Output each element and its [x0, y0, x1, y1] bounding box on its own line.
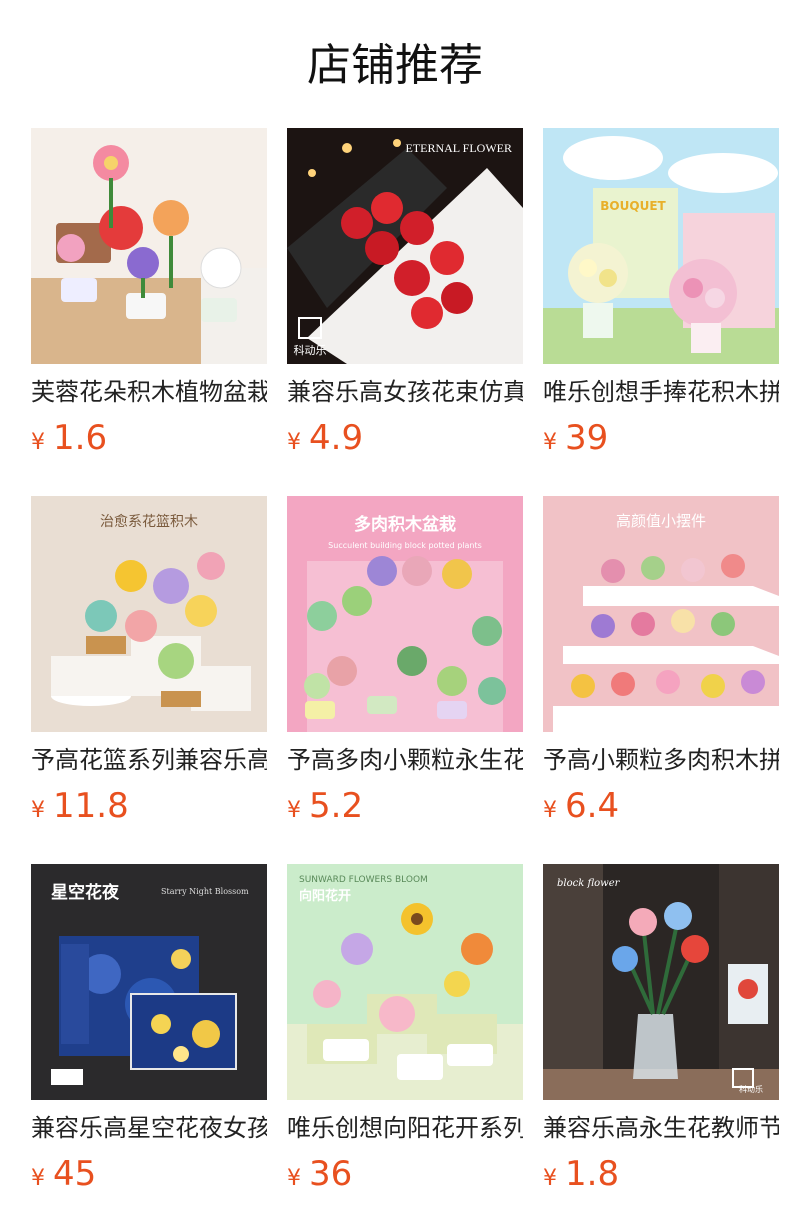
currency-symbol: ¥	[31, 1166, 45, 1191]
product-image[interactable]: 多肉积木盆栽 Succulent building block potted p…	[287, 496, 523, 732]
product-price: ¥ 11.8	[31, 784, 129, 828]
product-card[interactable]: block flower 科动乐 兼容乐高永生花教师节 ¥ 1.8	[543, 864, 779, 1232]
price-value: 11.8	[53, 786, 129, 826]
currency-symbol: ¥	[543, 430, 557, 455]
product-price: ¥ 4.9	[287, 416, 363, 460]
product-name[interactable]: 唯乐创想手捧花积木拼	[543, 374, 779, 410]
currency-symbol: ¥	[31, 798, 45, 823]
rose-vase-image: block flower 科动乐	[543, 864, 779, 1100]
image-caption-text: 星空花夜	[51, 882, 120, 903]
product-name[interactable]: 兼容乐高星空花夜女孩	[31, 1110, 267, 1146]
product-image[interactable]: ETERNAL FLOWER 科动乐	[287, 128, 523, 364]
product-image[interactable]: BOUQUET	[543, 128, 779, 364]
currency-symbol: ¥	[543, 1166, 557, 1191]
product-grid: 芙蓉花朵积木植物盆栽 ¥ 1.6 ETERNAL FLOWER 科动乐 兼容乐高…	[31, 128, 779, 1232]
image-caption-text: BOUQUET	[600, 199, 666, 213]
product-name[interactable]: 唯乐创想向阳花开系列	[287, 1110, 523, 1146]
product-card[interactable]: ETERNAL FLOWER 科动乐 兼容乐高女孩花束仿真 ¥ 4.9	[287, 128, 523, 496]
currency-symbol: ¥	[287, 1166, 301, 1191]
image-caption-text: SUNWARD FLOWERS BLOOM	[299, 875, 428, 885]
product-card[interactable]: SUNWARD FLOWERS BLOOM 向阳花开 唯乐创想向阳花开系列 ¥ …	[287, 864, 523, 1232]
starry-night-image: 星空花夜 Starry Night Blossom	[31, 864, 267, 1100]
price-value: 45	[53, 1154, 97, 1194]
product-card[interactable]: BOUQUET 唯乐创想手捧花积木拼 ¥ 39	[543, 128, 779, 496]
product-card[interactable]: 星空花夜 Starry Night Blossom 兼容乐高星空花夜女孩 ¥ 4…	[31, 864, 267, 1232]
product-name[interactable]: 兼容乐高永生花教师节	[543, 1110, 779, 1146]
rose-bouquet-image: ETERNAL FLOWER 科动乐	[287, 128, 523, 364]
price-value: 5.2	[309, 786, 364, 826]
image-brand-text: 科动乐	[294, 343, 327, 357]
currency-symbol: ¥	[31, 430, 45, 455]
product-image[interactable]	[31, 128, 267, 364]
product-image[interactable]: SUNWARD FLOWERS BLOOM 向阳花开	[287, 864, 523, 1100]
product-name[interactable]: 予高多肉小颗粒永生花	[287, 742, 523, 778]
product-card[interactable]: 芙蓉花朵积木植物盆栽 ¥ 1.6	[31, 128, 267, 496]
price-value: 1.8	[565, 1154, 620, 1194]
price-value: 6.4	[565, 786, 620, 826]
image-caption-text: 高颜值小摆件	[616, 512, 706, 530]
image-brand-text: 科动乐	[739, 1084, 763, 1094]
product-price: ¥ 36	[287, 1152, 352, 1196]
price-value: 39	[565, 418, 609, 458]
product-price: ¥ 5.2	[287, 784, 363, 828]
product-image[interactable]: 治愈系花篮积木	[31, 496, 267, 732]
image-caption-text: block flower	[557, 878, 621, 889]
price-value: 1.6	[53, 418, 108, 458]
succulent-image: 多肉积木盆栽 Succulent building block potted p…	[287, 496, 523, 732]
product-price: ¥ 45	[31, 1152, 96, 1196]
hand-bouquet-image: BOUQUET	[543, 128, 779, 364]
product-price: ¥ 1.6	[31, 416, 107, 460]
product-card[interactable]: 治愈系花篮积木 予高花篮系列兼容乐高 ¥ 11.8	[31, 496, 267, 864]
image-subcaption-text: Starry Night Blossom	[161, 887, 249, 896]
flower-pots-image	[31, 128, 267, 364]
product-name[interactable]: 予高小颗粒多肉积木拼	[543, 742, 779, 778]
product-name[interactable]: 芙蓉花朵积木植物盆栽	[31, 374, 267, 410]
price-value: 36	[309, 1154, 353, 1194]
product-card[interactable]: 多肉积木盆栽 Succulent building block potted p…	[287, 496, 523, 864]
product-card[interactable]: 高颜值小摆件 予高小颗粒多肉积木拼 ¥ 6.4	[543, 496, 779, 864]
image-caption-text: ETERNAL FLOWER	[405, 141, 512, 155]
shelf-plants-image: 高颜值小摆件	[543, 496, 779, 732]
price-value: 4.9	[309, 418, 364, 458]
image-subcaption-text: 向阳花开	[299, 888, 351, 904]
page-title: 店铺推荐	[307, 40, 483, 91]
product-image[interactable]: block flower 科动乐	[543, 864, 779, 1100]
product-image[interactable]: 高颜值小摆件	[543, 496, 779, 732]
product-price: ¥ 39	[543, 416, 608, 460]
currency-symbol: ¥	[287, 430, 301, 455]
product-name[interactable]: 予高花篮系列兼容乐高	[31, 742, 267, 778]
product-name[interactable]: 兼容乐高女孩花束仿真	[287, 374, 523, 410]
image-caption-text: 治愈系花篮积木	[100, 514, 198, 530]
image-subcaption-text: Succulent building block potted plants	[328, 541, 482, 550]
product-image[interactable]: 星空花夜 Starry Night Blossom	[31, 864, 267, 1100]
image-caption-text: 多肉积木盆栽	[354, 514, 456, 535]
product-price: ¥ 6.4	[543, 784, 619, 828]
sunflower-pots-image: SUNWARD FLOWERS BLOOM 向阳花开	[287, 864, 523, 1100]
currency-symbol: ¥	[287, 798, 301, 823]
product-price: ¥ 1.8	[543, 1152, 619, 1196]
flower-basket-image: 治愈系花篮积木	[31, 496, 267, 732]
currency-symbol: ¥	[543, 798, 557, 823]
